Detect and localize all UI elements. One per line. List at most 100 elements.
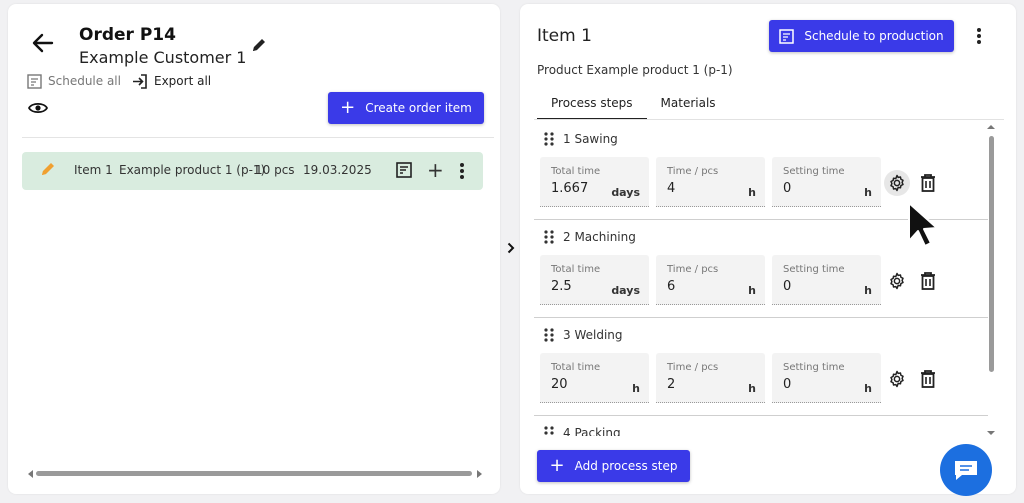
field-label: Time / pcs xyxy=(667,362,719,373)
add-icon[interactable]: + xyxy=(427,160,444,180)
field-unit: days xyxy=(611,186,640,199)
field-unit: h xyxy=(864,284,872,297)
drag-handle-icon[interactable] xyxy=(544,426,554,436)
divider xyxy=(534,119,1004,120)
field-unit: h xyxy=(748,186,756,199)
delete-trash-icon[interactable] xyxy=(915,366,941,392)
process-step: 2 Machining Total time 2.5 days Time / p… xyxy=(534,220,988,318)
process-step: 3 Welding Total time 20 h Time / pcs 2 h… xyxy=(534,318,988,416)
create-order-item-button[interactable]: + Create order item xyxy=(328,92,484,124)
scroll-right-icon[interactable] xyxy=(476,470,482,478)
step-label: 1 Sawing xyxy=(563,132,618,146)
settings-gear-icon[interactable] xyxy=(884,170,910,196)
item-detail-panel: Item 1 Schedule to production Product Ex… xyxy=(520,4,1016,494)
total-time-field[interactable]: Total time 1.667 days xyxy=(540,157,649,207)
tab-process-steps[interactable]: Process steps xyxy=(537,90,647,120)
item-product: Example product 1 (p-1) xyxy=(119,163,266,177)
plus-icon: + xyxy=(549,455,565,476)
field-label: Total time xyxy=(551,362,601,373)
settings-gear-icon[interactable] xyxy=(884,268,910,294)
field-label: Time / pcs xyxy=(667,264,719,275)
field-label: Setting time xyxy=(783,264,845,275)
item-quantity: 10 pcs xyxy=(255,163,295,177)
plus-icon: + xyxy=(340,97,356,118)
process-step: 1 Sawing Total time 1.667 days Time / pc… xyxy=(534,122,988,220)
step-header: 3 Welding xyxy=(544,328,623,342)
more-vert-icon[interactable] xyxy=(969,24,989,48)
product-line: Product Example product 1 (p-1) xyxy=(537,63,733,77)
drag-handle-icon[interactable] xyxy=(544,328,554,342)
delete-trash-icon[interactable] xyxy=(915,170,941,196)
add-process-step-label: Add process step xyxy=(574,459,678,473)
step-label: 3 Welding xyxy=(563,328,623,342)
order-panel: Order P14 Example Customer 1 Schedule al… xyxy=(8,4,500,494)
schedule-to-production-button[interactable]: Schedule to production xyxy=(769,20,954,52)
schedule-to-production-label: Schedule to production xyxy=(804,29,944,43)
add-process-step-button[interactable]: + Add process step xyxy=(537,450,690,482)
drag-handle-icon[interactable] xyxy=(544,132,554,146)
settings-gear-icon[interactable] xyxy=(884,366,910,392)
visibility-eye-icon[interactable] xyxy=(26,98,50,118)
schedule-icon xyxy=(779,28,795,44)
process-steps-list: 1 Sawing Total time 1.667 days Time / pc… xyxy=(534,122,996,436)
setting-time-field[interactable]: Setting time 0 h xyxy=(772,353,881,403)
scroll-up-icon[interactable] xyxy=(987,124,995,130)
export-all-button[interactable]: Export all xyxy=(132,70,211,92)
export-all-label: Export all xyxy=(154,74,212,88)
field-unit: h xyxy=(748,284,756,297)
scroll-left-icon[interactable] xyxy=(28,470,34,478)
field-value: 2 xyxy=(667,377,676,392)
edit-order-pencil-icon[interactable] xyxy=(248,34,270,56)
field-value: 20 xyxy=(551,377,568,392)
step-header: 2 Machining xyxy=(544,230,636,244)
field-value: 0 xyxy=(783,181,792,196)
create-order-item-label: Create order item xyxy=(365,101,472,115)
chevron-right-icon[interactable] xyxy=(504,240,518,256)
schedule-all-label: Schedule all xyxy=(48,74,121,88)
schedule-all-button[interactable]: Schedule all xyxy=(27,70,121,92)
chat-bubble-icon[interactable] xyxy=(940,444,992,496)
field-label: Time / pcs xyxy=(667,166,719,177)
schedule-item-icon[interactable] xyxy=(396,162,412,181)
order-item-row[interactable]: Item 1 Example product 1 (p-1) 10 pcs 19… xyxy=(22,152,483,190)
delete-trash-icon[interactable] xyxy=(915,268,941,294)
time-per-pcs-field[interactable]: Time / pcs 6 h xyxy=(656,255,765,305)
field-unit: h xyxy=(748,382,756,395)
field-value: 6 xyxy=(667,279,676,294)
horizontal-scrollbar[interactable] xyxy=(28,469,482,479)
item-name: Item 1 xyxy=(74,163,113,177)
time-per-pcs-field[interactable]: Time / pcs 4 h xyxy=(656,157,765,207)
step-header: 1 Sawing xyxy=(544,132,618,146)
field-value: 2.5 xyxy=(551,279,572,294)
step-label: 4 Packing xyxy=(563,426,621,436)
field-label: Total time xyxy=(551,166,601,177)
field-unit: h xyxy=(864,186,872,199)
divider xyxy=(22,137,494,138)
field-unit: h xyxy=(864,382,872,395)
field-value: 1.667 xyxy=(551,181,589,196)
vertical-scrollbar[interactable] xyxy=(986,124,996,436)
scrollbar-thumb[interactable] xyxy=(989,136,994,372)
export-icon xyxy=(133,73,147,89)
tab-materials[interactable]: Materials xyxy=(647,90,730,120)
schedule-icon xyxy=(27,73,42,89)
item-title: Item 1 xyxy=(537,26,592,46)
field-label: Total time xyxy=(551,264,601,275)
back-arrow-icon[interactable] xyxy=(30,30,56,56)
total-time-field[interactable]: Total time 2.5 days xyxy=(540,255,649,305)
edit-item-pencil-icon[interactable] xyxy=(40,161,56,180)
setting-time-field[interactable]: Setting time 0 h xyxy=(772,157,881,207)
field-value: 0 xyxy=(783,279,792,294)
field-unit: h xyxy=(632,382,640,395)
order-title: Order P14 xyxy=(79,25,176,45)
drag-handle-icon[interactable] xyxy=(544,230,554,244)
scroll-down-icon[interactable] xyxy=(987,430,995,436)
setting-time-field[interactable]: Setting time 0 h xyxy=(772,255,881,305)
more-vert-icon[interactable] xyxy=(459,162,465,183)
tab-bar: Process steps Materials xyxy=(537,90,730,120)
time-per-pcs-field[interactable]: Time / pcs 2 h xyxy=(656,353,765,403)
total-time-field[interactable]: Total time 20 h xyxy=(540,353,649,403)
process-step: 4 Packing xyxy=(534,416,988,436)
field-value: 0 xyxy=(783,377,792,392)
scrollbar-thumb[interactable] xyxy=(36,471,472,476)
